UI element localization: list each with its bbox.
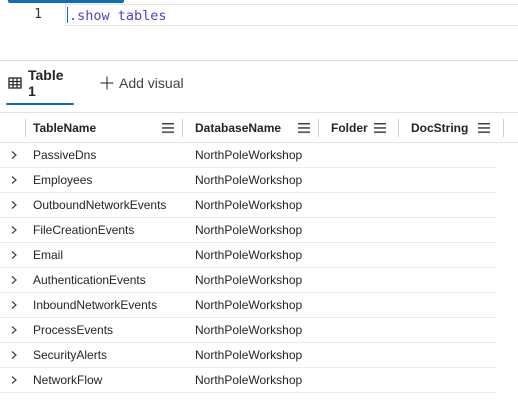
tab-table-1[interactable]: Table 1 (6, 61, 74, 105)
column-separator[interactable] (318, 119, 319, 137)
active-tab-indicator (6, 103, 74, 105)
tab-table-label: Table 1 (28, 67, 64, 99)
column-menu-icon[interactable] (298, 122, 310, 133)
results-grid: TableName DatabaseName Folder DocString … (0, 112, 518, 393)
table-row[interactable]: OutboundNetworkEvents NorthPoleWorkshop (0, 193, 497, 218)
cell-databasename: NorthPoleWorkshop (195, 323, 303, 337)
column-separator[interactable] (398, 119, 399, 137)
cell-databasename: NorthPoleWorkshop (195, 223, 303, 237)
column-separator[interactable] (503, 119, 504, 137)
table-row[interactable]: InboundNetworkEvents NorthPoleWorkshop (0, 293, 497, 318)
header-label: TableName (33, 120, 97, 135)
cell-tablename: Email (33, 248, 64, 262)
plus-icon (99, 75, 115, 91)
cell-tablename: NetworkFlow (33, 373, 103, 387)
header-tablename[interactable]: TableName (25, 113, 182, 142)
column-menu-icon[interactable] (162, 122, 174, 133)
chevron-right-icon[interactable] (6, 293, 22, 317)
add-visual-button[interactable]: Add visual (99, 61, 199, 105)
cell-databasename: NorthPoleWorkshop (195, 198, 303, 212)
editor-line[interactable]: 1 .show tables (0, 4, 518, 26)
chevron-right-icon[interactable] (6, 268, 22, 292)
cell-databasename: NorthPoleWorkshop (195, 148, 303, 162)
table-row[interactable]: SecurityAlerts NorthPoleWorkshop (0, 343, 497, 368)
query-text[interactable]: .show tables (69, 8, 167, 24)
header-label: DocString (411, 120, 469, 135)
cell-tablename: SecurityAlerts (33, 348, 108, 362)
chevron-right-icon[interactable] (6, 318, 22, 342)
code-line-area[interactable]: .show tables (65, 4, 518, 26)
table-grid-icon (8, 76, 22, 90)
table-row[interactable]: Email NorthPoleWorkshop (0, 243, 497, 268)
grid-body: PassiveDns NorthPoleWorkshop Employees N… (0, 143, 518, 393)
cell-tablename: InboundNetworkEvents (33, 298, 158, 312)
cell-databasename: NorthPoleWorkshop (195, 248, 303, 262)
table-row[interactable]: Employees NorthPoleWorkshop (0, 168, 497, 193)
cell-tablename: Employees (33, 173, 93, 187)
chevron-right-icon[interactable] (6, 243, 22, 267)
header-expand-column (0, 113, 25, 142)
cell-databasename: NorthPoleWorkshop (195, 173, 303, 187)
chevron-right-icon[interactable] (6, 193, 22, 217)
cell-tablename: AuthenticationEvents (33, 273, 146, 287)
cell-databasename: NorthPoleWorkshop (195, 348, 303, 362)
table-row[interactable]: AuthenticationEvents NorthPoleWorkshop (0, 268, 497, 293)
editor-active-indicator (8, 0, 124, 3)
header-databasename[interactable]: DatabaseName (187, 113, 318, 142)
table-row[interactable]: NetworkFlow NorthPoleWorkshop (0, 368, 497, 393)
cell-tablename: OutboundNetworkEvents (33, 198, 167, 212)
cell-databasename: NorthPoleWorkshop (195, 273, 303, 287)
cell-tablename: ProcessEvents (33, 323, 114, 337)
table-row[interactable]: PassiveDns NorthPoleWorkshop (0, 143, 497, 168)
table-row[interactable]: ProcessEvents NorthPoleWorkshop (0, 318, 497, 343)
line-number: 1 (34, 7, 42, 22)
header-label: DatabaseName (195, 120, 282, 135)
text-cursor (67, 7, 68, 23)
query-editor[interactable]: 1 .show tables (0, 0, 518, 60)
grid-header-row: TableName DatabaseName Folder DocString (0, 112, 518, 143)
chevron-right-icon[interactable] (6, 143, 22, 167)
chevron-right-icon[interactable] (6, 343, 22, 367)
header-folder[interactable]: Folder (323, 113, 396, 142)
cell-databasename: NorthPoleWorkshop (195, 373, 303, 387)
header-docstring[interactable]: DocString (403, 113, 498, 142)
cell-tablename: FileCreationEvents (33, 223, 135, 237)
table-row[interactable]: FileCreationEvents NorthPoleWorkshop (0, 218, 497, 243)
chevron-right-icon[interactable] (6, 218, 22, 242)
results-tabs: Table 1 Add visual (0, 61, 518, 105)
column-separator[interactable] (182, 119, 183, 137)
header-label: Folder (331, 120, 368, 135)
cell-tablename: PassiveDns (33, 148, 97, 162)
chevron-right-icon[interactable] (6, 168, 22, 192)
add-visual-label: Add visual (119, 75, 184, 91)
chevron-right-icon[interactable] (6, 368, 22, 392)
column-menu-icon[interactable] (374, 122, 386, 133)
query-results-window: 1 .show tables Table 1 Add visual TableN… (0, 0, 518, 410)
cell-databasename: NorthPoleWorkshop (195, 298, 303, 312)
column-menu-icon[interactable] (478, 122, 490, 133)
